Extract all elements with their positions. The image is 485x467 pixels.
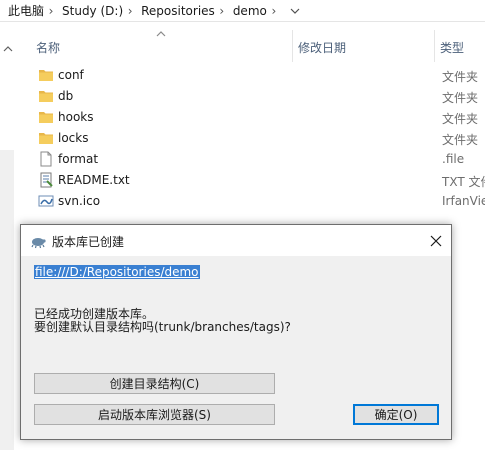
breadcrumb-separator-icon[interactable]: › xyxy=(125,4,135,18)
file-type: 文件夹 xyxy=(442,91,479,105)
column-header-name[interactable]: 名称 xyxy=(36,39,60,56)
file-name[interactable]: hooks xyxy=(58,110,94,124)
scroll-up-arrow-icon[interactable] xyxy=(3,42,13,52)
file-name[interactable]: conf xyxy=(58,68,84,82)
file-name[interactable]: format xyxy=(58,152,98,166)
file-type: 文件夹 xyxy=(442,70,479,84)
breadcrumb-separator-icon[interactable]: › xyxy=(46,4,56,18)
file-name[interactable]: db xyxy=(58,89,73,103)
file-name[interactable]: locks xyxy=(58,131,88,145)
list-item[interactable]: format .file xyxy=(36,149,485,170)
file-type: 文件夹 xyxy=(442,133,479,147)
column-divider[interactable] xyxy=(292,30,293,62)
breadcrumb-separator-icon[interactable]: › xyxy=(269,4,279,18)
dialog-titlebar[interactable]: 版本库已创建 xyxy=(21,225,451,256)
repository-created-dialog: 版本库已创建 file:///D:/Repositories/demo 已经成功… xyxy=(20,224,452,440)
sort-ascending-icon xyxy=(156,31,166,37)
list-item[interactable]: db 文件夹 xyxy=(36,86,485,107)
ok-button[interactable]: 确定(O) xyxy=(353,404,439,425)
file-type: TXT 文件 xyxy=(442,175,485,189)
navigation-scrollbar[interactable] xyxy=(0,150,14,450)
folder-icon xyxy=(39,70,53,81)
breadcrumb-demo[interactable]: demo xyxy=(227,4,269,18)
address-dropdown-chevron-icon[interactable] xyxy=(287,3,303,19)
file-icon xyxy=(40,151,52,167)
file-type: IrfanView xyxy=(442,194,485,208)
folder-icon xyxy=(39,133,53,144)
close-icon[interactable] xyxy=(423,229,449,253)
ico-file-icon xyxy=(38,195,54,207)
list-item[interactable]: README.txt TXT 文件 xyxy=(36,170,485,191)
start-repo-browser-button[interactable]: 启动版本库浏览器(S) xyxy=(34,404,275,425)
breadcrumb-drive[interactable]: Study (D:) xyxy=(56,4,125,18)
address-bar[interactable]: 此电脑 › Study (D:) › Repositories › demo › xyxy=(0,0,485,22)
column-header-row: 名称 修改日期 类型 xyxy=(16,30,485,62)
breadcrumb-separator-icon[interactable]: › xyxy=(217,4,227,18)
column-divider[interactable] xyxy=(434,30,435,62)
create-structure-button[interactable]: 创建目录结构(C) xyxy=(34,373,275,394)
breadcrumb-repositories[interactable]: Repositories xyxy=(135,4,217,18)
dialog-title: 版本库已创建 xyxy=(52,235,125,249)
file-name[interactable]: svn.ico xyxy=(58,194,100,208)
breadcrumb-this-pc[interactable]: 此电脑 xyxy=(0,2,46,19)
tortoise-icon xyxy=(31,238,46,249)
list-item[interactable]: conf 文件夹 xyxy=(36,65,485,86)
explorer-background xyxy=(452,224,485,467)
list-item[interactable]: svn.ico IrfanView xyxy=(36,191,485,212)
file-name[interactable]: README.txt xyxy=(58,173,130,187)
folder-icon xyxy=(39,91,53,102)
repository-url-link[interactable]: file:///D:/Repositories/demo xyxy=(34,265,200,279)
list-item[interactable]: locks 文件夹 xyxy=(36,128,485,149)
file-type: .file xyxy=(442,152,465,166)
list-item[interactable]: hooks 文件夹 xyxy=(36,107,485,128)
text-file-icon xyxy=(40,172,53,188)
column-header-type[interactable]: 类型 xyxy=(440,39,464,56)
folder-icon xyxy=(39,112,53,123)
structure-prompt: 要创建默认目录结构吗(trunk/branches/tags)? xyxy=(34,320,291,334)
file-type: 文件夹 xyxy=(442,112,479,126)
column-header-date-modified[interactable]: 修改日期 xyxy=(298,39,346,56)
